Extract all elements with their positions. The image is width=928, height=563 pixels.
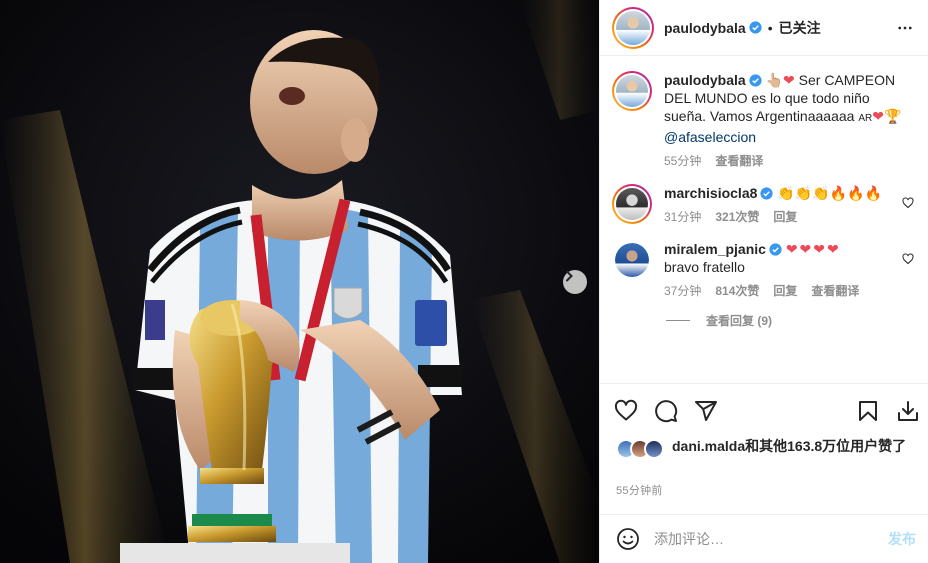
commenter-avatar[interactable]	[615, 243, 649, 277]
following-button[interactable]: 已关注	[779, 18, 821, 38]
liker-username[interactable]: dani.malda	[672, 438, 745, 454]
heart-icon	[902, 253, 914, 265]
comment-time: 37分钟	[664, 284, 702, 298]
comment-like-button[interactable]	[902, 252, 914, 268]
point-up-emoji: 👆🏼	[765, 72, 784, 88]
comment-translate-button[interactable]: 查看翻译	[811, 282, 859, 300]
heart-icon	[902, 197, 914, 209]
comment-username[interactable]: miralem_pjanic	[664, 241, 766, 257]
replies-divider-line	[666, 320, 690, 321]
red-heart-emoji: ❤	[872, 108, 884, 124]
heart-icon	[614, 399, 638, 420]
red-heart-emoji: ❤	[783, 72, 795, 88]
view-replies-button[interactable]: 查看回复 (9)	[666, 312, 914, 329]
caption-entry: paulodybala 👆🏼❤ Ser CAMPEON DEL MUNDO es…	[612, 71, 914, 170]
comment-text: bravo fratello	[664, 259, 745, 275]
likes-summary: dani.malda和其他163.8万位用户赞了	[616, 437, 914, 459]
comment-emojis: 👏👏👏🔥🔥🔥	[777, 185, 882, 201]
post-comment-button[interactable]: 发布	[888, 529, 916, 549]
author-username[interactable]: paulodybala	[664, 20, 746, 36]
reply-button[interactable]: 回复	[773, 208, 797, 226]
comments-list: paulodybala 👆🏼❤ Ser CAMPEON DEL MUNDO es…	[600, 57, 928, 383]
photo-dybala-trophy	[0, 0, 599, 563]
verified-badge-icon	[749, 21, 762, 34]
next-arrow-icon	[566, 270, 573, 282]
caption-translate-button[interactable]: 查看翻译	[715, 152, 763, 170]
add-comment-bar: 发布	[600, 514, 928, 563]
more-options-button[interactable]	[896, 19, 914, 37]
post-actions-bar	[600, 383, 928, 437]
comment-like-button[interactable]	[902, 196, 914, 212]
author-avatar[interactable]	[612, 6, 654, 49]
comment-meta: 31分钟 321次赞 回复	[664, 208, 896, 226]
caption-time: 55分钟	[664, 154, 702, 168]
comment-meta: 37分钟 814次赞 回复 查看翻译	[664, 282, 896, 300]
view-replies-label: 查看回复 (9)	[706, 314, 773, 328]
emoji-icon	[617, 528, 639, 550]
post-timestamp: 55分钟前	[616, 485, 663, 497]
share-icon	[695, 400, 717, 421]
save-button[interactable]	[856, 399, 880, 423]
liker-avatars[interactable]	[616, 439, 664, 459]
caption-avatar[interactable]	[612, 71, 652, 111]
likes-text[interactable]: dani.malda和其他163.8万位用户赞了	[672, 437, 906, 455]
caption-username[interactable]: paulodybala	[664, 72, 746, 88]
post-side-panel: paulodybala • 已关注 paulodybala 👆🏼❤ Ser CA…	[599, 0, 928, 563]
verified-badge-icon	[749, 74, 762, 87]
post-header: paulodybala • 已关注	[600, 0, 928, 56]
comment-pjanic: miralem_pjanic ❤❤❤❤ bravo fratello 37分钟 …	[612, 240, 914, 300]
red-hearts-emoji: ❤❤❤❤	[785, 241, 841, 257]
separator-dot: •	[767, 19, 773, 36]
comment-likes-count[interactable]: 814次赞	[715, 282, 759, 300]
mention-afaseleccion[interactable]: @afaseleccion	[664, 129, 756, 145]
comment-input[interactable]	[654, 531, 888, 547]
post-photo	[0, 0, 599, 563]
comment-button[interactable]	[654, 399, 678, 423]
comment-username[interactable]: marchisiocla8	[664, 185, 757, 201]
flag-argentina: AR	[858, 113, 873, 124]
comment-icon	[655, 399, 678, 422]
reply-button[interactable]: 回复	[773, 282, 797, 300]
like-button[interactable]	[614, 399, 638, 423]
download-button[interactable]	[896, 399, 920, 423]
comment-likes-count[interactable]: 321次赞	[715, 208, 759, 226]
comment-time: 31分钟	[664, 210, 702, 224]
bookmark-icon	[859, 400, 877, 421]
download-icon	[898, 400, 918, 421]
emoji-button[interactable]	[616, 527, 640, 551]
next-photo-button[interactable]	[563, 270, 587, 294]
commenter-avatar[interactable]	[612, 184, 652, 224]
likes-count-text: 和其他163.8万位用户赞了	[745, 438, 907, 454]
trophy-emoji: 🏆	[883, 108, 902, 124]
verified-badge-icon	[769, 243, 782, 256]
share-button[interactable]	[694, 399, 718, 423]
verified-badge-icon	[760, 187, 773, 200]
caption-meta: 55分钟 查看翻译	[664, 152, 910, 170]
comment-marchisio: marchisiocla8 👏👏👏🔥🔥🔥 31分钟 321次赞 回复	[612, 184, 914, 226]
more-icon	[898, 26, 912, 29]
